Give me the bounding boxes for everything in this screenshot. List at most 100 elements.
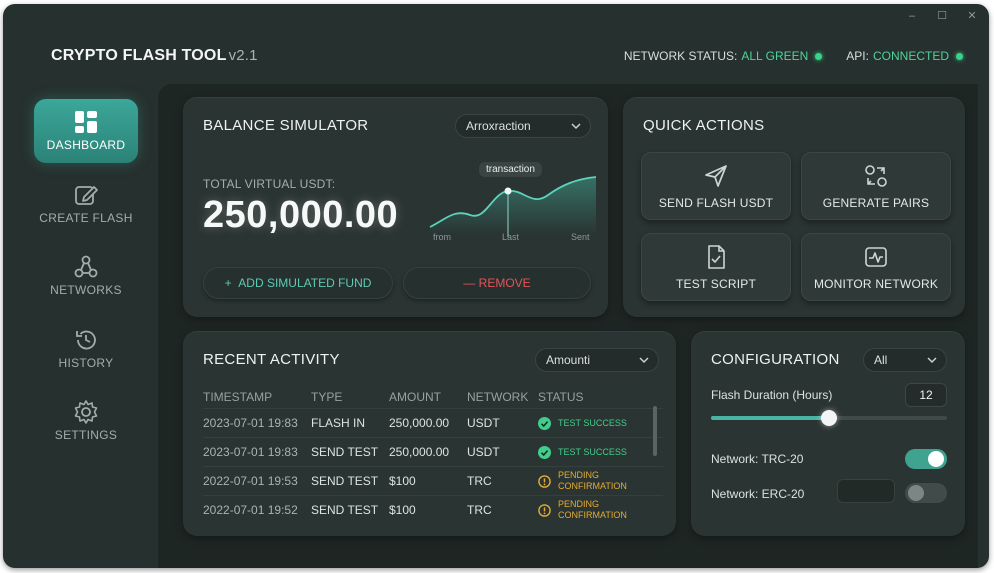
status-line-1: PENDING <box>558 499 600 509</box>
send-icon <box>705 165 727 187</box>
recent-activity-title: RECENT ACTIVITY <box>203 351 340 368</box>
sidebar-item-history[interactable]: HISTORY <box>34 317 138 381</box>
cell-amount: $100 <box>389 474 416 488</box>
minimize-button[interactable]: – <box>905 9 919 23</box>
recent-activity-panel: RECENT ACTIVITY Amounti TIMESTAMP TYPE A… <box>183 331 676 536</box>
total-value: 250,000.00 <box>203 194 399 236</box>
table-row[interactable]: 2022-07-01 19:52 SEND TEST $100 TRC PEND… <box>203 495 663 524</box>
network-status-label: NETWORK STATUS: <box>623 49 738 63</box>
balance-dropdown[interactable]: Arroxraction <box>455 114 591 138</box>
test-script-label: TEST SCRIPT <box>676 277 756 291</box>
table-header: TIMESTAMP TYPE AMOUNT NETWORK STATUS <box>203 386 663 408</box>
chart-tooltip: transaction <box>479 162 542 177</box>
monitor-network-label: MONITOR NETWORK <box>813 277 939 291</box>
table-row[interactable]: 2022-07-01 19:53 SEND TEST $100 TRC PEND… <box>203 466 663 495</box>
gear-icon <box>74 400 98 424</box>
flash-duration-label: Flash Duration (Hours) <box>711 388 833 402</box>
chart-tick-sent: Sent <box>571 232 590 242</box>
sidebar-item-label: HISTORY <box>58 356 114 370</box>
status-line-1: TEST SUCCESS <box>558 417 627 428</box>
monitor-network-button[interactable]: MONITOR NETWORK <box>801 233 951 301</box>
slider-thumb[interactable] <box>821 410 837 426</box>
trc20-toggle[interactable] <box>905 449 947 469</box>
sidebar-item-label: NETWORKS <box>50 283 122 297</box>
network-status-value: ALL GREEN <box>741 49 809 63</box>
remove-label: REMOVE <box>478 276 531 290</box>
flash-duration-slider[interactable] <box>711 410 947 426</box>
chart-marker-point <box>504 187 512 195</box>
send-flash-usdt-button[interactable]: SEND FLASH USDT <box>641 152 791 220</box>
maximize-button[interactable]: ☐ <box>935 9 949 23</box>
status-area: NETWORK STATUS: ALL GREEN API: CONNECTED <box>624 49 963 63</box>
activity-table: TIMESTAMP TYPE AMOUNT NETWORK STATUS 202… <box>203 386 663 524</box>
sidebar-item-networks[interactable]: NETWORKS <box>34 244 138 308</box>
status-line-1: TEST SUCCESS <box>558 446 627 457</box>
chart-area <box>430 177 596 235</box>
remove-button[interactable]: — REMOVE <box>403 267 591 299</box>
activity-scrollbar[interactable] <box>653 406 657 456</box>
cell-network: USDT <box>467 416 500 430</box>
erc20-input[interactable] <box>837 479 895 503</box>
dashboard-icon <box>75 111 97 133</box>
main-content: BALANCE SIMULATOR Arroxraction TOTAL VIR… <box>158 84 978 568</box>
balance-dropdown-value: Arroxraction <box>466 119 531 133</box>
erc20-label: Network: ERC-20 <box>711 487 805 501</box>
sidebar: DASHBOARD CREATE FLASH NETWORKS HISTORY … <box>3 84 163 568</box>
toggle-knob <box>928 451 944 467</box>
status-text: TEST SUCCESS <box>558 418 627 429</box>
generate-pairs-button[interactable]: GENERATE PAIRS <box>801 152 951 220</box>
app-title-text: CRYPTO FLASH TOOL <box>51 47 227 64</box>
cell-type: FLASH IN <box>311 416 366 430</box>
status-line-1: PENDING <box>558 470 600 480</box>
test-script-button[interactable]: TEST SCRIPT <box>641 233 791 301</box>
column-header-timestamp: TIMESTAMP <box>203 390 273 404</box>
sidebar-item-label: DASHBOARD <box>46 138 126 152</box>
check-circle-icon <box>538 445 551 459</box>
column-header-network: NETWORK <box>467 390 529 404</box>
column-header-status: STATUS <box>538 390 584 404</box>
flash-duration-input[interactable]: 12 <box>905 383 947 407</box>
app-version: v2.1 <box>228 47 258 64</box>
network-status-dot-icon <box>815 52 823 60</box>
pairs-icon <box>865 165 887 187</box>
erc20-toggle[interactable] <box>905 483 947 503</box>
cell-status: PENDING CONFIRMATION <box>538 470 653 492</box>
add-simulated-fund-label: ADD SIMULATED FUND <box>238 276 372 290</box>
sidebar-item-create-flash[interactable]: CREATE FLASH <box>34 172 138 236</box>
status-text: TEST SUCCESS <box>558 447 627 458</box>
quick-actions-panel: QUICK ACTIONS SEND FLASH USDT GENERATE P… <box>623 97 965 317</box>
pending-icon <box>538 474 551 488</box>
cell-type: SEND TEST <box>311 445 379 459</box>
cell-status: TEST SUCCESS <box>538 445 653 459</box>
sidebar-item-dashboard[interactable]: DASHBOARD <box>34 99 138 163</box>
total-label: TOTAL VIRTUAL USDT: <box>203 177 336 191</box>
table-row[interactable]: 2023-07-01 19:83 FLASH IN 250,000.00 USD… <box>203 408 663 437</box>
configuration-dropdown[interactable]: All <box>863 348 947 372</box>
quick-actions-title: QUICK ACTIONS <box>643 117 765 134</box>
status-text: PENDING CONFIRMATION <box>558 470 627 492</box>
balance-title: BALANCE SIMULATOR <box>203 117 369 134</box>
generate-pairs-label: GENERATE PAIRS <box>822 196 930 210</box>
configuration-dropdown-value: All <box>874 353 888 367</box>
chevron-down-icon <box>571 123 581 130</box>
table-row[interactable]: 2023-07-01 19:83 SEND TEST 250,000.00 US… <box>203 437 663 466</box>
sidebar-item-settings[interactable]: SETTINGS <box>34 389 138 453</box>
add-simulated-fund-button[interactable]: + ADD SIMULATED FUND <box>203 267 393 299</box>
activity-dropdown[interactable]: Amounti <box>535 348 659 372</box>
api-status-value: CONNECTED <box>872 49 949 63</box>
cell-timestamp: 2023-07-01 19:83 <box>203 416 298 430</box>
api-status-dot-icon <box>956 52 963 60</box>
network-status: NETWORK STATUS: ALL GREEN <box>623 49 823 63</box>
cell-network: TRC <box>467 474 492 488</box>
close-button[interactable]: ✕ <box>965 9 979 23</box>
column-header-type: TYPE <box>311 390 343 404</box>
configuration-title: CONFIGURATION <box>711 351 840 368</box>
chevron-down-icon <box>639 357 649 364</box>
pending-icon <box>538 503 551 517</box>
api-status-label: API: <box>846 49 869 63</box>
api-status: API: CONNECTED <box>846 49 963 63</box>
cell-amount: $100 <box>389 503 416 517</box>
configuration-panel: CONFIGURATION All Flash Duration (Hours)… <box>691 331 965 536</box>
sidebar-item-label: SETTINGS <box>54 428 118 442</box>
sidebar-item-label: CREATE FLASH <box>39 211 133 225</box>
